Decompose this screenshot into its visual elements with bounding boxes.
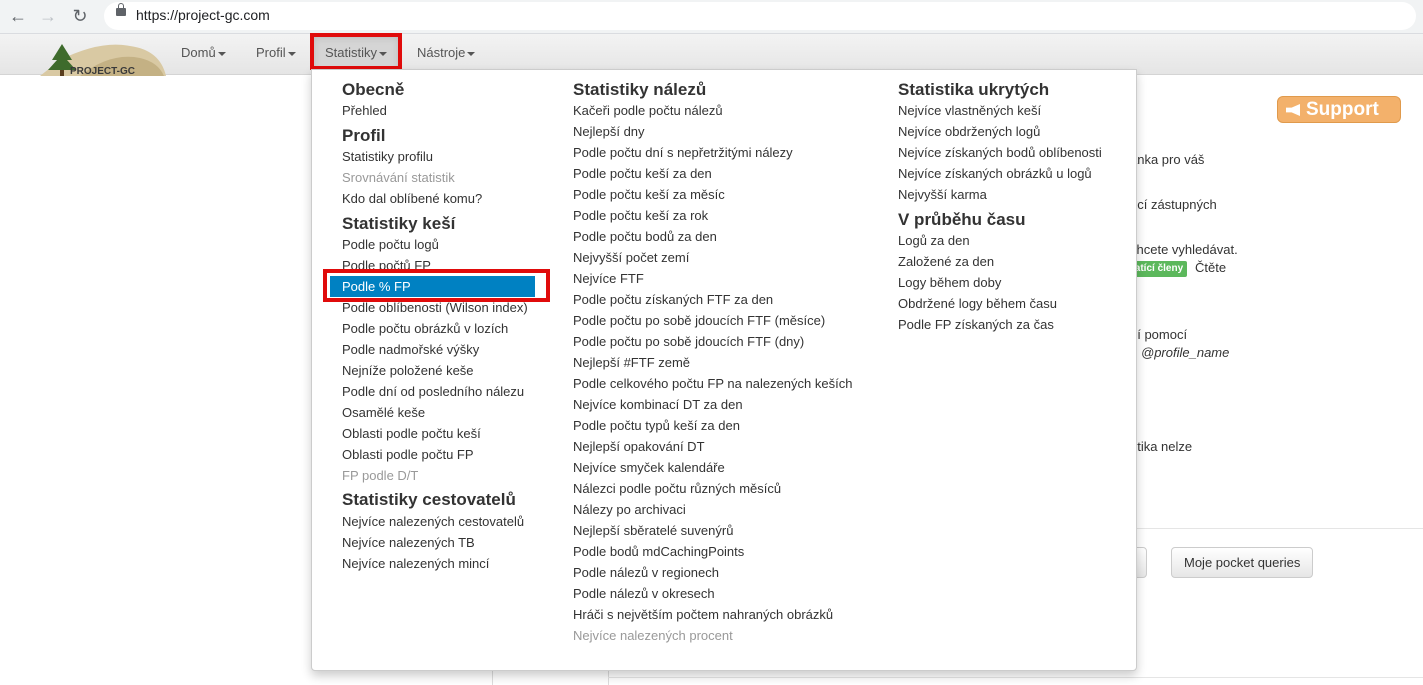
menu-item[interactable]: Podle celkového počtu FP na nalezených k… [573, 375, 852, 393]
menu-item[interactable]: Nejvíce získaných bodů oblíbenosti [898, 144, 1102, 162]
nav-tools[interactable]: Nástroje [417, 34, 476, 74]
menu-item[interactable]: Kačeři podle počtu nálezů [573, 102, 723, 120]
url-text: https://project-gc.com [136, 7, 270, 23]
pocket-queries-button[interactable]: Moje pocket queries [1171, 547, 1314, 578]
reload-icon[interactable]: ↻ [70, 6, 90, 26]
menu-item-overview[interactable]: Přehled [342, 102, 387, 120]
menu-heading: Statistiky cestovatelů [342, 490, 516, 509]
back-arrow-icon[interactable]: ← [8, 6, 28, 26]
menu-item[interactable]: Nejníže položené keše [342, 362, 474, 380]
menu-heading: V průběhu času [898, 210, 1026, 229]
menu-item-disabled: Nejvíce nalezených procent [573, 628, 733, 643]
menu-item[interactable]: Podle nálezů v okresech [573, 585, 715, 603]
forward-arrow-icon[interactable]: → [38, 6, 58, 26]
menu-heading: Statistiky keší [342, 214, 456, 233]
logo-text: PROJECT-GC [70, 66, 135, 76]
menu-item[interactable]: Logů za den [898, 232, 970, 250]
menu-item[interactable]: Statistiky profilu [342, 148, 433, 166]
menu-item[interactable]: Podle bodů mdCachingPoints [573, 543, 744, 561]
nav-profile[interactable]: Profil [256, 34, 296, 74]
lock-icon [116, 3, 126, 16]
menu-item[interactable]: Podle počtu obrázků v lozích [342, 320, 508, 338]
bg-text: chcete vyhledávat. [1130, 242, 1238, 257]
menu-item[interactable]: Podle počtu dní s nepřetržitými nálezy [573, 144, 793, 162]
divider [608, 677, 1423, 678]
menu-heading: Statistiky nálezů [573, 80, 707, 99]
menu-item[interactable]: Nálezy po archivaci [573, 501, 686, 519]
menu-item-disabled: Srovnávání statistik [342, 170, 455, 185]
menu-item[interactable]: Obdržené logy během času [898, 295, 1057, 313]
nav-statistics[interactable]: Statistiky [313, 34, 399, 74]
address-bar[interactable]: https://project-gc.com [104, 2, 1416, 30]
menu-item[interactable]: Podle oblíbenosti (Wilson index) [342, 299, 528, 317]
menu-item[interactable]: Podle počtu keší za měsíc [573, 186, 725, 204]
menu-item[interactable]: Podle FP získaných za čas [898, 316, 1054, 334]
menu-item[interactable]: Logy během doby [898, 274, 1001, 292]
divider [492, 670, 493, 685]
support-label: Support [1306, 99, 1379, 120]
megaphone-icon [1286, 104, 1300, 116]
caret-down-icon [467, 51, 476, 56]
menu-item[interactable]: Nejvíce vlastněných keší [898, 102, 1041, 120]
caret-down-icon [287, 51, 296, 56]
menu-item[interactable]: Podle nadmořské výšky [342, 341, 479, 359]
menu-item[interactable]: Nejlepší opakování DT [573, 438, 705, 456]
support-button[interactable]: Support [1277, 96, 1401, 123]
menu-item[interactable]: Nejvyšší karma [898, 186, 987, 204]
menu-item[interactable]: Podle počtu logů [342, 236, 439, 254]
menu-item[interactable]: Nejvíce nalezených cestovatelů [342, 513, 524, 531]
menu-item[interactable]: Nejvíce smyček kalendáře [573, 459, 725, 477]
nav-profile-label: Profil [256, 45, 286, 60]
menu-heading: Profil [342, 126, 386, 145]
menu-item[interactable]: Kdo dal oblíbené komu? [342, 190, 482, 208]
menu-item[interactable]: Založené za den [898, 253, 994, 271]
bg-text: ocí zástupných [1130, 197, 1217, 212]
menu-item[interactable]: Podle počtu bodů za den [573, 228, 717, 246]
bg-text: @profile_name [1141, 345, 1230, 360]
menu-item[interactable]: Oblasti podle počtu keší [342, 425, 481, 443]
menu-item[interactable]: Podle dní od posledního nálezu [342, 383, 524, 401]
nav-statistics-label: Statistiky [324, 45, 377, 60]
nav-tools-label: Nástroje [417, 45, 466, 60]
menu-item[interactable]: Nejlepší sběratelé suvenýrů [573, 522, 733, 540]
menu-item[interactable]: Nejvíce FTF [573, 270, 644, 288]
menu-item-active[interactable]: Podle % FP [330, 276, 535, 297]
caret-down-icon [217, 51, 226, 56]
menu-item[interactable]: Hráči s největším počtem nahraných obráz… [573, 606, 833, 624]
menu-heading: Statistika ukrytých [898, 80, 1050, 99]
divider [1137, 528, 1423, 529]
menu-item[interactable]: Podle počtu keší za rok [573, 207, 708, 225]
menu-item[interactable]: Nejvíce kombinací DT za den [573, 396, 743, 414]
menu-item[interactable]: Podle počtů FP [342, 257, 431, 275]
menu-item[interactable]: Oblasti podle počtu FP [342, 446, 474, 464]
nav-home-label: Domů [181, 45, 216, 60]
bg-text: ní pomocí [1130, 327, 1188, 342]
project-gc-logo[interactable]: PROJECT-GC [40, 38, 166, 76]
caret-down-icon [379, 51, 387, 56]
menu-item[interactable]: Podle počtu typů keší za den [573, 417, 740, 435]
bg-text: ánka pro váš [1130, 152, 1205, 167]
menu-item[interactable]: Podle počtu keší za den [573, 165, 712, 183]
menu-item[interactable]: Nejlepší dny [573, 123, 645, 141]
menu-item[interactable]: Nejvíce nalezených TB [342, 534, 475, 552]
menu-item[interactable]: Nejvíce obdržených logů [898, 123, 1040, 141]
bg-link[interactable]: Čtěte [1195, 260, 1226, 275]
menu-item-disabled: FP podle D/T [342, 468, 419, 483]
browser-toolbar: ← → ↻ https://project-gc.com [0, 0, 1423, 34]
menu-item[interactable]: Nejvíce získaných obrázků u logů [898, 165, 1092, 183]
menu-item[interactable]: Podle počtu po sobě jdoucích FTF (měsíce… [573, 312, 825, 330]
menu-item[interactable]: Nejvíce nalezených mincí [342, 555, 489, 573]
menu-heading: Obecně [342, 80, 405, 99]
menu-item[interactable]: Nejlepší #FTF země [573, 354, 690, 372]
menu-item[interactable]: Podle počtu po sobě jdoucích FTF (dny) [573, 333, 804, 351]
menu-item[interactable]: Nejvyšší počet zemí [573, 249, 689, 267]
menu-item[interactable]: Osamělé keše [342, 404, 425, 422]
nav-home[interactable]: Domů [181, 34, 226, 74]
menu-item[interactable]: Podle počtu získaných FTF za den [573, 291, 773, 309]
statistics-dropdown: Obecně Přehled Profil Statistiky profilu… [311, 69, 1137, 671]
menu-item[interactable]: Podle nálezů v regionech [573, 564, 719, 582]
bg-text: ritika nelze [1130, 439, 1193, 454]
menu-item[interactable]: Nálezci podle počtu různých měsíců [573, 480, 781, 498]
